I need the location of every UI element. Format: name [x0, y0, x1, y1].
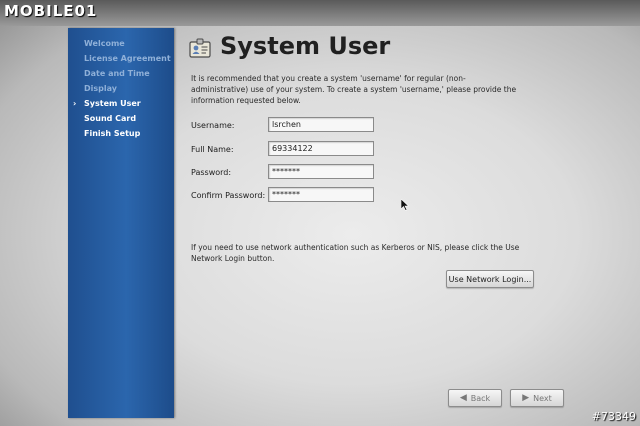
sidebar-item-license-agreement: License Agreement	[68, 51, 174, 66]
back-button[interactable]: ◀ Back	[448, 389, 502, 407]
sidebar-item-finish-setup: Finish Setup	[68, 126, 174, 141]
use-network-login-button[interactable]: Use Network Login...	[446, 270, 534, 288]
sidebar-item-label: System User	[84, 99, 141, 108]
user-id-card-icon	[189, 38, 211, 58]
use-network-login-label: Use Network Login...	[448, 274, 532, 284]
sidebar-item-display: Display	[68, 81, 174, 96]
confirm-password-field[interactable]: *******	[268, 187, 374, 202]
sidebar-item-label: Welcome	[84, 39, 125, 48]
arrow-left-icon: ◀	[459, 393, 467, 403]
arrow-right-icon: ▶	[522, 393, 530, 403]
sidebar-item-label: Finish Setup	[84, 129, 141, 138]
confirm-password-label: Confirm Password:	[191, 191, 266, 200]
sidebar-item-sound-card: Sound Card	[68, 111, 174, 126]
setup-steps-list: Welcome License Agreement Date and Time …	[68, 36, 174, 141]
sidebar-item-system-user: › System User	[68, 96, 174, 111]
username-label: Username:	[191, 121, 235, 130]
username-field[interactable]: lsrchen	[268, 117, 374, 132]
current-step-marker-icon: ›	[73, 99, 77, 108]
sidebar-item-label: Date and Time	[84, 69, 150, 78]
sidebar-item-label: Display	[84, 84, 117, 93]
next-button-label: Next	[533, 393, 552, 403]
setup-steps-sidebar: Welcome License Agreement Date and Time …	[68, 28, 174, 418]
back-button-label: Back	[470, 393, 491, 403]
next-button[interactable]: ▶ Next	[510, 389, 564, 407]
network-login-info: If you need to use network authenticatio…	[191, 243, 520, 263]
password-label: Password:	[191, 168, 232, 177]
watermark-logo: MOBILE01	[4, 2, 98, 20]
full-name-field[interactable]: 69334122	[268, 141, 374, 156]
sidebar-item-label: License Agreement	[84, 54, 171, 63]
page-title: System User	[220, 32, 391, 60]
sidebar-item-welcome: Welcome	[68, 36, 174, 51]
sidebar-item-date-and-time: Date and Time	[68, 66, 174, 81]
full-name-label: Full Name:	[191, 145, 234, 154]
intro-text: It is recommended that you create a syst…	[191, 74, 517, 105]
mouse-pointer-icon	[401, 199, 409, 211]
sidebar-item-label: Sound Card	[84, 114, 137, 123]
image-number: #73349	[591, 410, 636, 423]
password-field[interactable]: *******	[268, 164, 374, 179]
